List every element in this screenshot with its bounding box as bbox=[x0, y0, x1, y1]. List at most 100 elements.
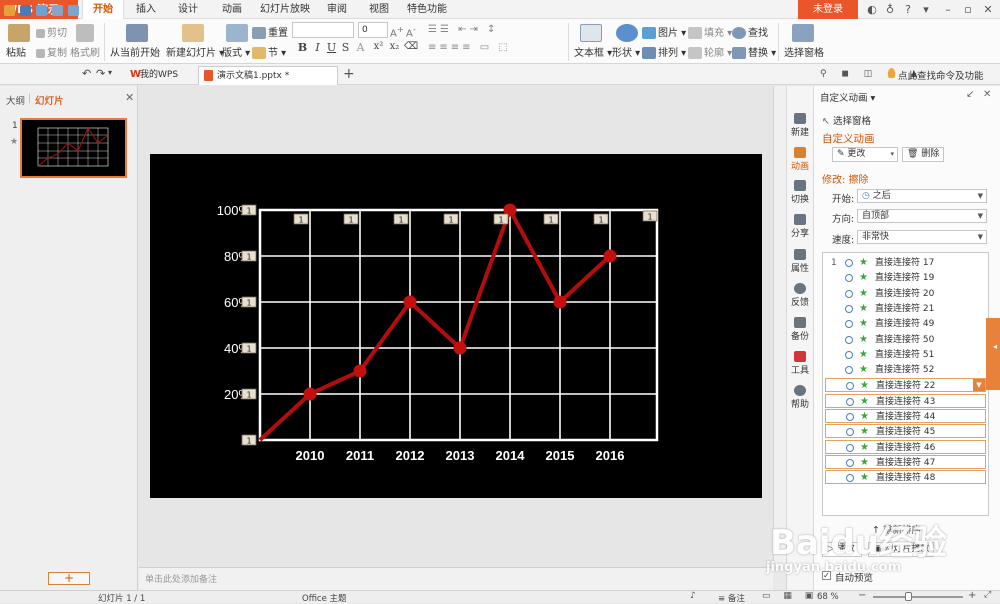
close-icon[interactable]: ✕ bbox=[983, 89, 991, 100]
tab-slides[interactable]: 幻灯片 bbox=[35, 93, 64, 107]
format-painter-button[interactable]: 格式刷 bbox=[70, 44, 100, 59]
animation-list-item[interactable]: ★ 直接连接符 46 bbox=[825, 439, 986, 454]
align-buttons[interactable]: ≡≡≡≡ ▭ ⬚ bbox=[428, 42, 511, 53]
section-button[interactable]: 节 ▾ bbox=[252, 44, 286, 59]
new-tab-icon[interactable]: + bbox=[343, 66, 355, 82]
tab-outline[interactable]: 大纲 bbox=[6, 93, 25, 107]
picture-button[interactable]: 图片 ▾ bbox=[642, 24, 686, 39]
chevron-down-icon[interactable]: ▼ bbox=[973, 379, 985, 392]
subscript-button[interactable]: x₂ bbox=[388, 41, 401, 55]
superscript-button[interactable]: x² bbox=[372, 41, 385, 55]
skin-icon[interactable]: ◐ bbox=[864, 2, 880, 17]
replace-button[interactable]: 替换 ▾ bbox=[732, 44, 776, 59]
copy-button[interactable]: 复制 bbox=[36, 44, 67, 59]
animation-list-item[interactable]: ★ 直接连接符 51 bbox=[825, 348, 986, 362]
select-pane-link[interactable]: ↖ 选择窗格 bbox=[822, 113, 871, 127]
tab-animation[interactable]: 动画 bbox=[214, 0, 250, 19]
chevron-down-icon[interactable]: ▾ bbox=[108, 68, 112, 77]
animation-list-item[interactable]: ★ 直接连接符 44 bbox=[825, 409, 986, 423]
undo-icon[interactable]: ↶ bbox=[82, 67, 91, 80]
notes-field[interactable]: 单击此处添加备注 bbox=[139, 567, 773, 590]
underline-button[interactable]: U bbox=[325, 41, 338, 55]
close-icon[interactable]: ✕ bbox=[980, 2, 996, 17]
font-family-select[interactable] bbox=[292, 22, 354, 38]
doc-tab-presentation[interactable]: 演示文稿1.pptx * bbox=[198, 66, 338, 85]
tab-features[interactable]: 特色功能 bbox=[402, 0, 452, 19]
outline-button[interactable]: 轮廓 ▾ bbox=[688, 44, 732, 59]
font-size-select[interactable]: 0 bbox=[358, 22, 388, 38]
shirt-icon[interactable]: ♁ bbox=[882, 2, 898, 17]
redo-icon[interactable]: ↷ bbox=[96, 67, 105, 80]
sidebar-item-tools[interactable]: 工具 bbox=[786, 351, 814, 376]
speaker-icon[interactable]: ♪ bbox=[690, 591, 696, 601]
new-slide-button[interactable]: 新建幻灯片 ▾ bbox=[166, 44, 224, 59]
layout-button[interactable]: 版式 ▾ bbox=[222, 44, 250, 59]
sidebar-item-share[interactable]: 分享 bbox=[786, 214, 814, 239]
print-icon[interactable] bbox=[36, 5, 47, 16]
tab-design[interactable]: 设计 bbox=[170, 0, 206, 19]
slide-thumbnail[interactable] bbox=[20, 118, 127, 178]
speed-select[interactable]: 非常快 ▼ bbox=[857, 230, 987, 244]
minimize-icon[interactable]: – bbox=[940, 2, 956, 17]
font-shrink-button[interactable]: A- bbox=[406, 24, 416, 39]
help-icon[interactable]: ? bbox=[900, 2, 916, 17]
arrange-button[interactable]: 排列 ▾ bbox=[642, 44, 686, 59]
animation-list-item[interactable]: ★ 直接连接符 21 bbox=[825, 302, 986, 316]
animation-list-item[interactable]: ★ 直接连接符 48 bbox=[825, 470, 986, 485]
font-grow-button[interactable]: A+ bbox=[390, 24, 404, 39]
delete-effect-button[interactable]: 🗑 删除 bbox=[902, 147, 944, 162]
sidebar-item-new[interactable]: 新建 bbox=[786, 113, 814, 138]
animation-list-item[interactable]: ★ 直接连接符 19 bbox=[825, 271, 986, 285]
pane-title[interactable]: 自定义动画 ▾ bbox=[820, 90, 875, 104]
reset-button[interactable]: 重置 bbox=[252, 24, 288, 39]
animation-list[interactable]: 1 ★ 直接连接符 17 ★ 直接连接符 19 ★ 直接连接符 20 ★ 直接连接符 21 ★ 直接… bbox=[822, 252, 989, 516]
fill-button[interactable]: 填充 ▾ bbox=[688, 24, 732, 39]
start-select[interactable]: ◷ 之后 ▼ bbox=[857, 189, 987, 203]
chevron-left-icon[interactable]: ◂ bbox=[993, 342, 997, 351]
preview-icon[interactable] bbox=[52, 5, 63, 16]
pane-splitter[interactable] bbox=[986, 318, 1000, 390]
cut-button[interactable]: 剪切 bbox=[36, 24, 67, 39]
open-icon[interactable] bbox=[4, 5, 15, 16]
font-color-button[interactable]: A bbox=[354, 41, 367, 55]
sidebar-item-properties[interactable]: 属性 bbox=[786, 249, 814, 274]
direction-select[interactable]: 自顶部 ▼ bbox=[857, 209, 987, 223]
animation-list-item[interactable]: ★ 直接连接符 45 bbox=[825, 424, 986, 439]
selection-pane-button[interactable]: 选择窗格 bbox=[784, 44, 824, 59]
animation-list-item[interactable]: ★ 直接连接符 49 bbox=[825, 317, 986, 331]
find-button[interactable]: 查找 bbox=[732, 24, 768, 39]
animation-list-item[interactable]: ★ 直接连接符 22 ▼ bbox=[825, 378, 986, 393]
italic-button[interactable]: I bbox=[311, 41, 324, 55]
save-icon[interactable] bbox=[20, 5, 31, 16]
tab-slideshow[interactable]: 幻灯片放映 bbox=[256, 0, 314, 19]
sidebar-item-help[interactable]: 帮助 bbox=[786, 385, 814, 410]
animation-list-item[interactable]: ★ 直接连接符 47 bbox=[825, 454, 986, 469]
tab-insert[interactable]: 插入 bbox=[128, 0, 164, 19]
sidebar-item-backup[interactable]: 备份 bbox=[786, 317, 814, 342]
login-button[interactable]: 未登录 bbox=[798, 0, 858, 19]
line-chart[interactable]: 020%40%60%80%100%20102011201220132014201… bbox=[150, 154, 762, 498]
list-buttons[interactable]: ☰☰ ⇤⇥ ↕ bbox=[428, 24, 498, 35]
animation-list-item[interactable]: 1 ★ 直接连接符 17 bbox=[825, 256, 986, 270]
animation-list-item[interactable]: ★ 直接连接符 50 bbox=[825, 333, 986, 347]
tab-home[interactable]: 开始 bbox=[82, 0, 124, 19]
sidebar-item-animation[interactable]: 动画 bbox=[786, 147, 814, 172]
animation-list-item[interactable]: ★ 直接连接符 20 bbox=[825, 287, 986, 301]
tab-review[interactable]: 审阅 bbox=[320, 0, 354, 19]
search-hint[interactable]: 点此查找命令及功能 bbox=[898, 68, 984, 82]
export-icon[interactable] bbox=[68, 5, 79, 16]
notes-toggle[interactable]: ≡ 备注 bbox=[718, 592, 745, 604]
animation-list-item[interactable]: ★ 直接连接符 43 bbox=[825, 393, 986, 408]
shape-button[interactable]: 形状 ▾ bbox=[612, 44, 640, 59]
textbox-button[interactable]: 文本框 ▾ bbox=[574, 44, 612, 59]
collapse-icon[interactable]: ↙ bbox=[966, 89, 974, 100]
shadow-button[interactable]: S bbox=[339, 41, 352, 55]
from-current-button[interactable]: 从当前开始 bbox=[110, 44, 160, 59]
clear-format-button[interactable]: ⌫ bbox=[404, 41, 418, 55]
sidebar-item-transition[interactable]: 切换 bbox=[786, 180, 814, 205]
slide[interactable]: 020%40%60%80%100%20102011201220132014201… bbox=[150, 154, 762, 498]
change-effect-button[interactable]: ✎ 更改 ▾ bbox=[832, 147, 898, 162]
paste-button[interactable]: 粘贴 bbox=[6, 44, 26, 59]
restore-icon[interactable]: ▫ bbox=[960, 2, 976, 17]
vertical-scrollbar[interactable] bbox=[773, 86, 786, 567]
